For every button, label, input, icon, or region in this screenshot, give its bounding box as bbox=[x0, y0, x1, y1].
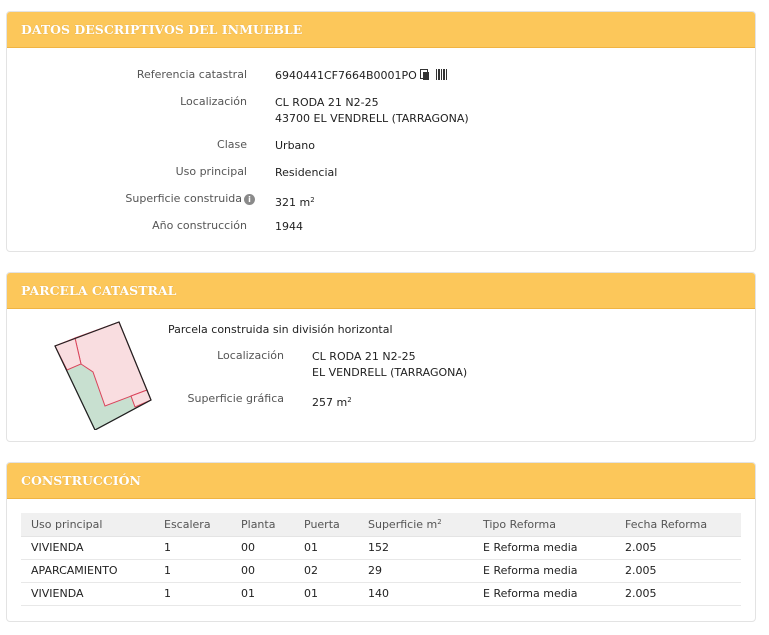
localizacion-line1: CL RODA 21 N2-25 bbox=[275, 96, 379, 109]
inmueble-panel-title: DATOS DESCRIPTIVOS DEL INMUEBLE bbox=[7, 12, 755, 48]
cell-escalera: 1 bbox=[154, 536, 231, 560]
cell-uso: VIVIENDA bbox=[21, 582, 154, 606]
cell-tipo: E Reforma media bbox=[473, 582, 615, 606]
cell-puerta: 01 bbox=[294, 536, 358, 560]
construccion-panel-title: CONSTRUCCIÓN bbox=[7, 463, 755, 499]
col-escalera: Escalera bbox=[154, 513, 231, 537]
cell-planta: 00 bbox=[231, 559, 294, 583]
referencia-text: 6940441CF7664B0001PO bbox=[275, 69, 417, 82]
construccion-panel: CONSTRUCCIÓN Uso principal Escalera Plan… bbox=[6, 462, 756, 622]
col-superficie-exp: 2 bbox=[437, 517, 442, 526]
cell-tipo: E Reforma media bbox=[473, 559, 615, 583]
superficie-number: 321 m bbox=[275, 196, 311, 209]
inmueble-panel: DATOS DESCRIPTIVOS DEL INMUEBLE Referenc… bbox=[6, 11, 756, 252]
anio-label: Año construcción bbox=[152, 219, 247, 232]
parcela-superficie-number: 257 m bbox=[312, 396, 348, 409]
col-puerta: Puerta bbox=[294, 513, 358, 537]
cell-superficie: 152 bbox=[358, 536, 473, 560]
table-header-row: Uso principal Escalera Planta Puerta Sup… bbox=[21, 513, 741, 537]
cell-fecha: 2.005 bbox=[615, 582, 741, 606]
col-fecha: Fecha Reforma bbox=[615, 513, 741, 537]
info-icon[interactable]: i bbox=[244, 193, 255, 205]
superficie-exp: 2 bbox=[310, 196, 315, 204]
col-superficie-text: Superficie m bbox=[368, 517, 438, 531]
superficie-label: Superficie construida bbox=[125, 192, 242, 205]
parcela-description: Parcela construida sin división horizont… bbox=[168, 323, 393, 336]
cell-fecha: 2.005 bbox=[615, 536, 741, 560]
anio-value: 1944 bbox=[275, 220, 303, 233]
cell-superficie: 29 bbox=[358, 559, 473, 583]
parcela-superficie-exp: 2 bbox=[347, 396, 352, 404]
parcela-localizacion-line1: CL RODA 21 N2-25 bbox=[312, 350, 416, 363]
cell-puerta: 02 bbox=[294, 559, 358, 583]
barcode-icon[interactable] bbox=[435, 69, 448, 80]
referencia-label: Referencia catastral bbox=[136, 68, 247, 81]
copy-icon[interactable] bbox=[419, 69, 430, 80]
cell-planta: 01 bbox=[231, 582, 294, 606]
clase-label: Clase bbox=[217, 138, 247, 151]
cell-fecha: 2.005 bbox=[615, 559, 741, 583]
construccion-table: Uso principal Escalera Planta Puerta Sup… bbox=[21, 513, 741, 606]
superficie-label-wrap: Superficie construida i bbox=[125, 192, 255, 205]
parcela-superficie-value: 257 m2 bbox=[312, 392, 352, 411]
cell-tipo: E Reforma media bbox=[473, 536, 615, 560]
col-superficie: Superficie m2 bbox=[358, 513, 473, 537]
table-row: VIVIENDA 1 01 01 140 E Reforma media 2.0… bbox=[21, 582, 741, 606]
clase-value: Urbano bbox=[275, 139, 315, 152]
parcela-localizacion-label: Localización bbox=[217, 349, 284, 362]
parcela-superficie-label: Superficie gráfica bbox=[187, 392, 285, 405]
uso-value: Residencial bbox=[275, 166, 338, 179]
cell-puerta: 01 bbox=[294, 582, 358, 606]
cell-superficie: 140 bbox=[358, 582, 473, 606]
parcel-map[interactable] bbox=[53, 320, 157, 430]
col-tipo: Tipo Reforma bbox=[473, 513, 615, 537]
cell-uso: APARCAMIENTO bbox=[21, 559, 154, 583]
localizacion-value: CL RODA 21 N2-25 43700 EL VENDRELL (TARR… bbox=[275, 95, 469, 127]
cell-escalera: 1 bbox=[154, 582, 231, 606]
cell-escalera: 1 bbox=[154, 559, 231, 583]
referencia-value: 6940441CF7664B0001PO bbox=[275, 68, 448, 84]
col-planta: Planta bbox=[231, 513, 294, 537]
uso-label: Uso principal bbox=[175, 165, 247, 178]
localizacion-line2: 43700 EL VENDRELL (TARRAGONA) bbox=[275, 112, 469, 125]
parcela-panel-title: PARCELA CATASTRAL bbox=[7, 273, 755, 309]
col-uso: Uso principal bbox=[21, 513, 154, 537]
table-row: VIVIENDA 1 00 01 152 E Reforma media 2.0… bbox=[21, 536, 741, 560]
cell-planta: 00 bbox=[231, 536, 294, 560]
parcela-localizacion-value: CL RODA 21 N2-25 EL VENDRELL (TARRAGONA) bbox=[312, 349, 467, 381]
parcela-localizacion-line2: EL VENDRELL (TARRAGONA) bbox=[312, 366, 468, 379]
cell-uso: VIVIENDA bbox=[21, 536, 154, 560]
superficie-value: 321 m2 bbox=[275, 192, 315, 211]
localizacion-label: Localización bbox=[180, 95, 247, 108]
parcela-panel: PARCELA CATASTRAL Parcela construida sin… bbox=[6, 272, 756, 442]
table-row: APARCAMIENTO 1 00 02 29 E Reforma media … bbox=[21, 559, 741, 583]
